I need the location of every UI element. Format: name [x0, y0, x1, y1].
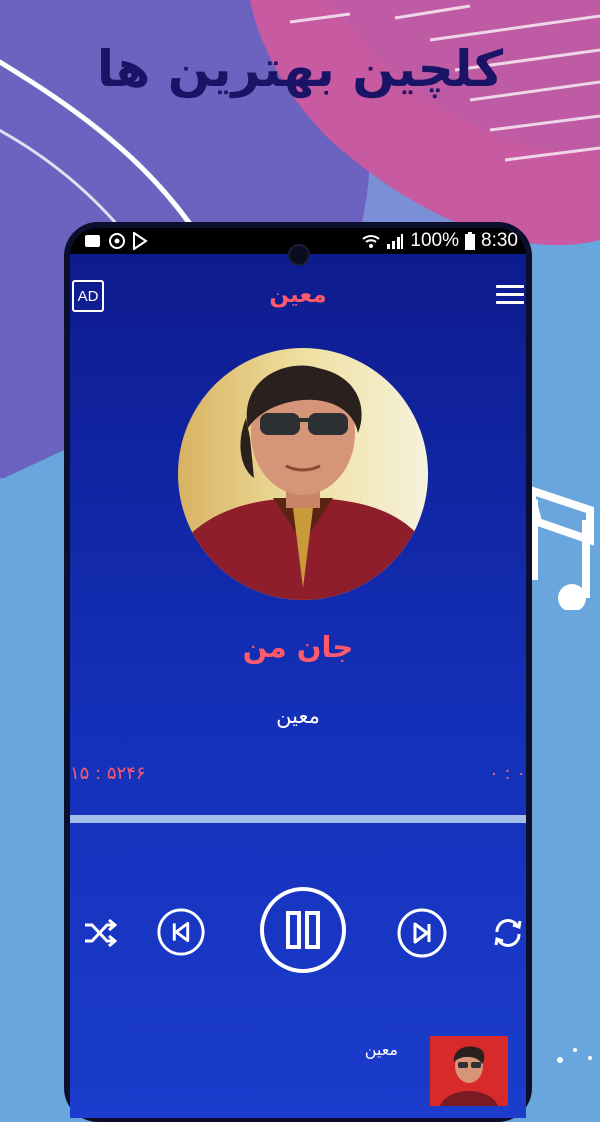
repeat-icon [494, 919, 522, 947]
mini-player[interactable]: معین [70, 1028, 526, 1118]
play-pause-button[interactable] [258, 885, 348, 975]
shuffle-icon [85, 918, 117, 948]
shuffle-button[interactable] [80, 913, 120, 953]
phone-side-button [526, 402, 532, 522]
pause-icon [260, 887, 346, 973]
track-duration: ۵۲۴۶ : ۱۵ [70, 763, 146, 784]
next-button[interactable] [396, 907, 448, 959]
playback-controls [70, 883, 526, 983]
artist-portrait [178, 365, 428, 600]
artist-name: معین [276, 704, 320, 728]
phone-frame: 100% 8:30 AD معین جان من معین ۵۲۴۶: ۱۵ … [64, 222, 532, 1122]
music-note-icon [524, 483, 594, 610]
app-title: معین [269, 282, 327, 308]
sync-icon [109, 233, 125, 249]
repeat-button[interactable] [488, 913, 526, 953]
wifi-icon [362, 235, 381, 248]
app-bar: AD معین [70, 268, 526, 324]
promo-title: کلچین بهترین ها [96, 40, 504, 98]
mini-player-artist: معین [364, 1040, 398, 1059]
signal-icon [387, 234, 404, 249]
skip-previous-icon [157, 908, 205, 956]
notification-icon [85, 235, 100, 247]
phone-side-button-2 [526, 572, 532, 622]
app-screen: 100% 8:30 AD معین جان من معین ۵۲۴۶: ۱۵ … [70, 228, 526, 1118]
mini-player-album-art [430, 1036, 508, 1106]
elapsed-time: ۰ : ۰ [489, 763, 526, 784]
menu-icon [496, 285, 524, 288]
clock: 8:30 [481, 230, 518, 251]
previous-button[interactable] [156, 907, 206, 957]
skip-next-icon [397, 908, 447, 958]
album-art [178, 348, 428, 600]
mini-artist-portrait [430, 1036, 508, 1106]
play-store-icon [133, 232, 148, 250]
song-title: جان من [242, 630, 354, 664]
front-camera [288, 244, 310, 266]
menu-button[interactable] [496, 280, 524, 314]
battery-icon [465, 232, 476, 250]
battery-percentage: 100% [410, 230, 460, 251]
seek-bar[interactable] [70, 815, 526, 823]
